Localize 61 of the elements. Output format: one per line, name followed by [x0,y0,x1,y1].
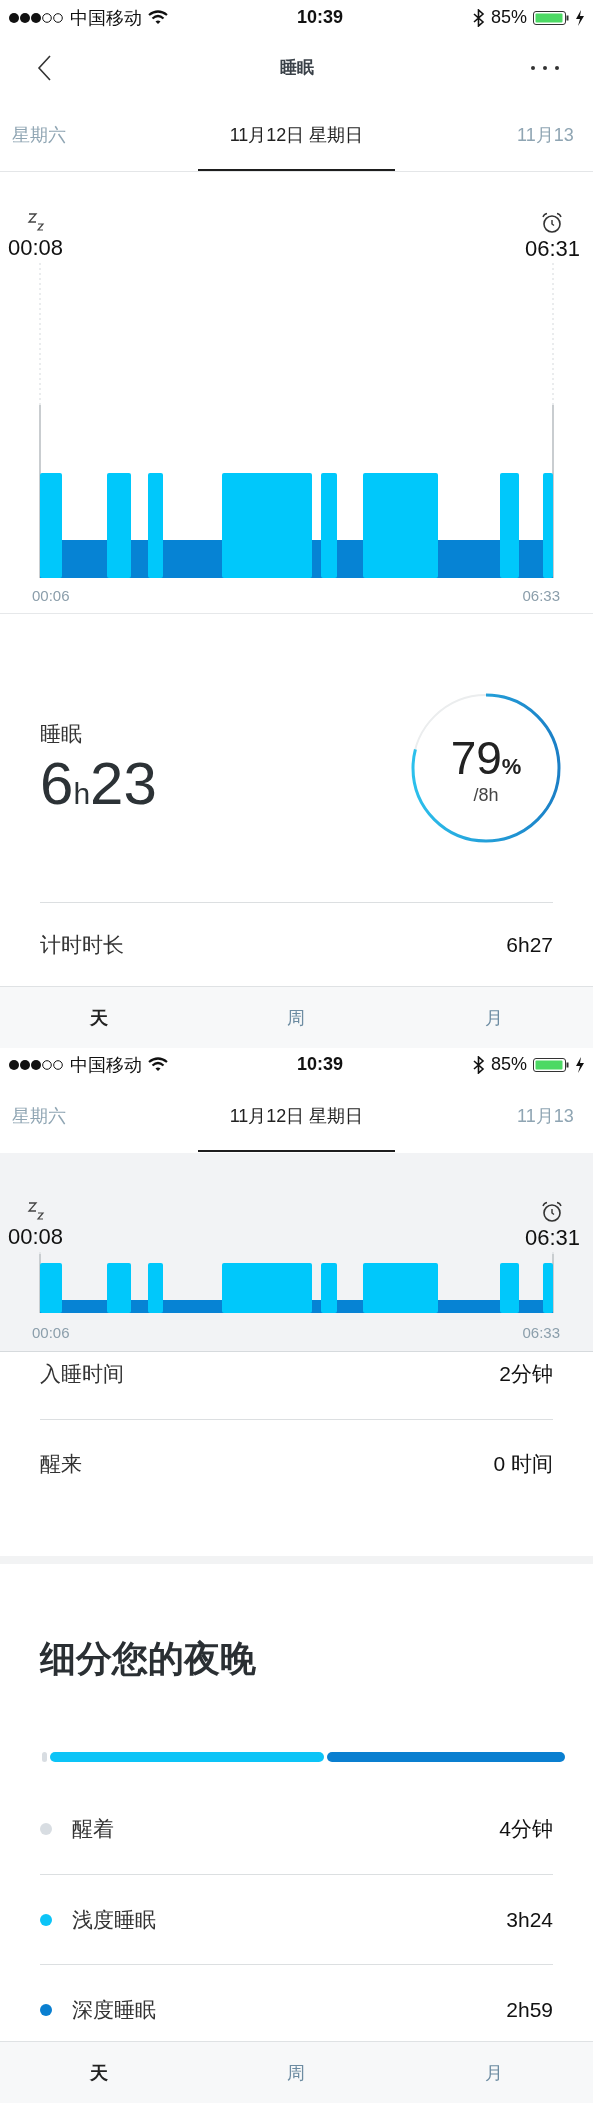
axis-end-label: 06:33 [522,1323,560,1341]
period-tab[interactable]: 天 [0,2042,198,2103]
alarm-clock-icon [541,1201,564,1222]
row-value: 2分钟 [499,1361,553,1387]
percent-unit: % [501,753,522,780]
percent-value: 79 [450,730,502,785]
date-tab[interactable]: 星期六 [0,100,198,171]
minutes-value: 23 [90,752,157,816]
row-label: 入睡时间 [40,1361,124,1387]
wake-time: 06:31 [524,235,580,263]
screen-title: 睡眠 [278,57,315,79]
wifi-icon [148,1057,168,1072]
row-label: 计时时长 [40,932,124,958]
axis-end-label: 06:33 [522,587,560,604]
carrier-name: 中国移动 [70,6,142,30]
period-tab[interactable]: 周 [197,2042,396,2103]
sleep-time: 00:08 [8,1223,64,1251]
metric-label: 睡眠 [40,721,83,747]
row-value: 6h27 [506,932,553,958]
axis-start-label: 00:06 [32,587,70,604]
row-value: 0 时间 [493,1451,553,1477]
period-tab[interactable]: 周 [197,987,396,1048]
wake-time: 06:31 [524,1224,580,1252]
date-tab[interactable]: 11月13 [395,100,593,171]
stage-duration: 3h24 [506,1907,553,1932]
stage-duration: 4分钟 [499,1816,553,1842]
stage-duration: 2h59 [506,1997,553,2023]
date-tab[interactable]: 星期六 [0,1081,198,1152]
sleep-icon [26,1201,45,1221]
battery-icon [533,10,569,25]
charging-icon [575,9,585,26]
clock-time: 10:39 [296,1054,343,1075]
period-tab[interactable]: 天 [0,987,198,1048]
row-label: 醒来 [40,1451,82,1477]
period-tab[interactable]: 月 [395,987,593,1048]
date-tab[interactable]: 11月13 [395,1081,593,1152]
stage-label: 浅度睡眠 [72,1906,157,1933]
carrier-name: 中国移动 [70,1053,142,1077]
alarm-clock-icon [541,212,564,233]
more-icon[interactable] [530,64,560,71]
battery-icon [533,1057,569,1072]
period-tab[interactable]: 月 [395,2042,593,2103]
section-heading: 细分您的夜晚 [40,1637,257,1681]
stage-label: 深度睡眠 [72,1997,157,2023]
battery-percent: 85% [490,1054,527,1075]
battery-percent: 85% [490,7,527,28]
sleep-time: 00:08 [8,234,64,262]
axis-start-label: 00:06 [32,1323,70,1341]
signal-icon [8,11,64,24]
signal-icon [8,1058,64,1071]
wifi-icon [148,10,168,25]
back-icon[interactable] [37,54,52,81]
bluetooth-icon [471,1055,485,1074]
sleep-icon [26,212,45,232]
bluetooth-icon [471,8,485,27]
hours-value: 6 [40,752,74,816]
stage-label: 醒着 [72,1816,115,1842]
charging-icon [575,1056,585,1073]
hours-unit: h [73,777,91,811]
goal-label: /8h [473,784,499,806]
clock-time: 10:39 [296,7,343,28]
